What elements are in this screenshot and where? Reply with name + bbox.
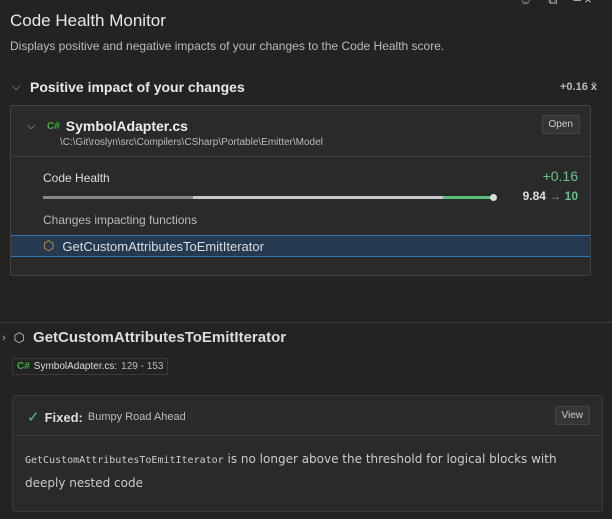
- code-health-bar: [43, 194, 497, 201]
- check-icon: ✓: [27, 409, 40, 426]
- method-cube-icon: ⬡: [13, 329, 26, 345]
- window-actions: ☺ ⧉ – ×: [519, 0, 592, 8]
- csharp-icon: C#: [17, 361, 30, 372]
- fix-card: ✓ Fixed: Bumpy Road Ahead View GetCustom…: [12, 395, 603, 512]
- close-icon[interactable]: – ×: [574, 0, 592, 8]
- score-to: 10: [564, 189, 578, 203]
- code-health-score: 9.84 → 10: [523, 189, 578, 203]
- score-from: 9.84: [522, 189, 546, 203]
- feedback-icon[interactable]: ☺: [519, 0, 532, 8]
- function-item[interactable]: ⬡ GetCustomAttributesToEmitIterator: [11, 235, 590, 257]
- function-title: GetCustomAttributesToEmitIterator: [33, 329, 287, 346]
- method-cube-icon: ⬡: [43, 238, 55, 253]
- section-title: Positive impact of your changes: [30, 79, 245, 95]
- chevron-right-icon: ›: [2, 331, 6, 344]
- open-button[interactable]: Open: [541, 115, 580, 134]
- code-health-label: Code Health: [43, 171, 110, 185]
- divider: [0, 322, 612, 323]
- csharp-icon: C#: [47, 120, 60, 132]
- chevron-down-icon: ⌵: [12, 80, 21, 93]
- location-lines: 129 - 153: [121, 361, 164, 372]
- function-code: GetCustomAttributesToEmitIterator: [25, 455, 224, 466]
- fixed-label: Fixed:: [44, 409, 83, 425]
- popout-icon[interactable]: ⧉: [548, 0, 557, 8]
- changes-label: Changes impacting functions: [43, 213, 198, 227]
- chevron-down-icon[interactable]: ⌵: [27, 120, 41, 133]
- function-name: GetCustomAttributesToEmitIterator: [62, 238, 264, 254]
- section-value: +0.16 x̄: [559, 81, 597, 93]
- fix-message: GetCustomAttributesToEmitIterator is no …: [25, 448, 595, 495]
- file-path: \C:\Git\roslyn\src\Compilers\CSharp\Port…: [60, 137, 323, 148]
- arrow-right-icon: →: [549, 189, 562, 203]
- divider: [13, 435, 602, 436]
- file-location[interactable]: C# SymbolAdapter.cs: 129 - 153: [12, 358, 169, 375]
- issue-name: Bumpy Road Ahead: [87, 411, 186, 423]
- section-header-positive[interactable]: ⌵ Positive impact of your changes +0.16 …: [12, 79, 597, 95]
- code-health-delta: +0.16: [542, 168, 578, 184]
- function-detail-header[interactable]: › ⬡ GetCustomAttributesToEmitIterator: [2, 329, 286, 346]
- page-title: Code Health Monitor: [10, 11, 166, 30]
- divider: [11, 156, 590, 157]
- file-card: ⌵ C# SymbolAdapter.cs Open \C:\Git\rosly…: [10, 105, 591, 276]
- file-name: SymbolAdapter.cs: [65, 118, 188, 134]
- location-file: SymbolAdapter.cs:: [33, 361, 118, 372]
- page-description: Displays positive and negative impacts o…: [10, 39, 445, 53]
- view-button[interactable]: View: [554, 406, 590, 425]
